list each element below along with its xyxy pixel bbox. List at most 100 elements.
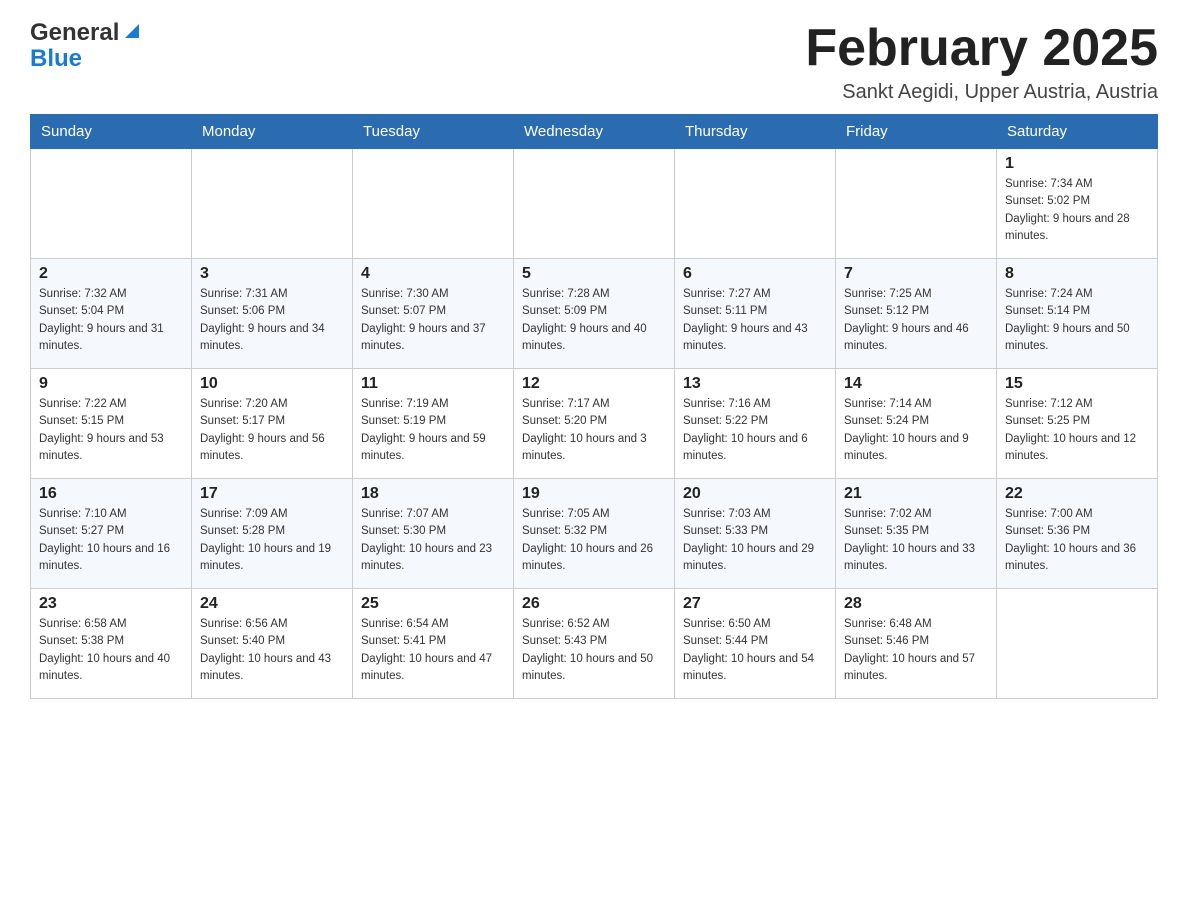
day-info: Sunrise: 7:07 AMSunset: 5:30 PMDaylight:… — [361, 506, 505, 575]
calendar-cell: 22 Sunrise: 7:00 AMSunset: 5:36 PMDayligh… — [997, 479, 1158, 589]
month-title: February 2025 — [805, 20, 1158, 77]
day-number: 2 — [39, 265, 183, 283]
day-info: Sunrise: 6:50 AMSunset: 5:44 PMDaylight:… — [683, 616, 827, 685]
logo-general-text: General — [30, 20, 119, 46]
day-info: Sunrise: 7:14 AMSunset: 5:24 PMDaylight:… — [844, 396, 988, 465]
calendar-cell: 15 Sunrise: 7:12 AMSunset: 5:25 PMDayligh… — [997, 369, 1158, 479]
calendar-cell: 26Sunrise: 6:52 AMSunset: 5:43 PMDayligh… — [514, 589, 675, 699]
calendar-cell — [514, 149, 675, 259]
calendar-cell: 11 Sunrise: 7:19 AMSunset: 5:19 PMDayligh… — [353, 369, 514, 479]
day-number: 10 — [200, 375, 344, 393]
day-number: 8 — [1005, 265, 1149, 283]
location-subtitle: Sankt Aegidi, Upper Austria, Austria — [805, 81, 1158, 104]
day-info: Sunrise: 6:54 AMSunset: 5:41 PMDaylight:… — [361, 616, 505, 685]
calendar-week-row: 1 Sunrise: 7:34 AMSunset: 5:02 PMDaylight… — [31, 149, 1158, 259]
day-number: 14 — [844, 375, 988, 393]
day-info: Sunrise: 7:02 AMSunset: 5:35 PMDaylight:… — [844, 506, 988, 575]
day-number: 7 — [844, 265, 988, 283]
calendar-header-row: Sunday Monday Tuesday Wednesday Thursday… — [31, 115, 1158, 149]
day-info: Sunrise: 7:03 AMSunset: 5:33 PMDaylight:… — [683, 506, 827, 575]
col-thursday: Thursday — [675, 115, 836, 149]
col-sunday: Sunday — [31, 115, 192, 149]
day-number: 6 — [683, 265, 827, 283]
logo: General Blue — [30, 20, 139, 73]
calendar-cell: 20 Sunrise: 7:03 AMSunset: 5:33 PMDayligh… — [675, 479, 836, 589]
day-info: Sunrise: 7:05 AMSunset: 5:32 PMDaylight:… — [522, 506, 666, 575]
calendar-cell: 3 Sunrise: 7:31 AMSunset: 5:06 PMDaylight… — [192, 259, 353, 369]
day-number: 15 — [1005, 375, 1149, 393]
day-info: Sunrise: 7:22 AMSunset: 5:15 PMDaylight:… — [39, 396, 183, 465]
day-number: 19 — [522, 485, 666, 503]
calendar-week-row: 16Sunrise: 7:10 AMSunset: 5:27 PMDayligh… — [31, 479, 1158, 589]
day-number: 11 — [361, 375, 505, 393]
calendar-cell: 8 Sunrise: 7:24 AMSunset: 5:14 PMDaylight… — [997, 259, 1158, 369]
day-number: 21 — [844, 485, 988, 503]
day-info: Sunrise: 7:30 AMSunset: 5:07 PMDaylight:… — [361, 286, 505, 355]
day-number: 5 — [522, 265, 666, 283]
calendar-cell — [997, 589, 1158, 699]
calendar-cell: 25 Sunrise: 6:54 AMSunset: 5:41 PMDayligh… — [353, 589, 514, 699]
day-number: 9 — [39, 375, 183, 393]
calendar-cell: 21 Sunrise: 7:02 AMSunset: 5:35 PMDayligh… — [836, 479, 997, 589]
calendar-table: Sunday Monday Tuesday Wednesday Thursday… — [30, 114, 1158, 699]
calendar-cell: 28 Sunrise: 6:48 AMSunset: 5:46 PMDayligh… — [836, 589, 997, 699]
day-info: Sunrise: 7:25 AMSunset: 5:12 PMDaylight:… — [844, 286, 988, 355]
day-number: 3 — [200, 265, 344, 283]
calendar-cell: 10 Sunrise: 7:20 AMSunset: 5:17 PMDayligh… — [192, 369, 353, 479]
col-monday: Monday — [192, 115, 353, 149]
col-tuesday: Tuesday — [353, 115, 514, 149]
day-info: Sunrise: 6:58 AMSunset: 5:38 PMDaylight:… — [39, 616, 183, 685]
calendar-cell: 24Sunrise: 6:56 AMSunset: 5:40 PMDayligh… — [192, 589, 353, 699]
day-info: Sunrise: 7:27 AMSunset: 5:11 PMDaylight:… — [683, 286, 827, 355]
day-number: 18 — [361, 485, 505, 503]
calendar-cell — [836, 149, 997, 259]
calendar-cell: 19 Sunrise: 7:05 AMSunset: 5:32 PMDayligh… — [514, 479, 675, 589]
day-info: Sunrise: 7:20 AMSunset: 5:17 PMDaylight:… — [200, 396, 344, 465]
calendar-cell: 6 Sunrise: 7:27 AMSunset: 5:11 PMDaylight… — [675, 259, 836, 369]
day-info: Sunrise: 7:24 AMSunset: 5:14 PMDaylight:… — [1005, 286, 1149, 355]
calendar-cell: 5Sunrise: 7:28 AMSunset: 5:09 PMDaylight… — [514, 259, 675, 369]
day-info: Sunrise: 7:31 AMSunset: 5:06 PMDaylight:… — [200, 286, 344, 355]
day-number: 22 — [1005, 485, 1149, 503]
day-info: Sunrise: 7:09 AMSunset: 5:28 PMDaylight:… — [200, 506, 344, 575]
calendar-cell: 27 Sunrise: 6:50 AMSunset: 5:44 PMDayligh… — [675, 589, 836, 699]
day-info: Sunrise: 6:48 AMSunset: 5:46 PMDaylight:… — [844, 616, 988, 685]
day-info: Sunrise: 6:52 AMSunset: 5:43 PMDaylight:… — [522, 616, 666, 685]
calendar-cell: 17 Sunrise: 7:09 AMSunset: 5:28 PMDayligh… — [192, 479, 353, 589]
calendar-week-row: 9 Sunrise: 7:22 AMSunset: 5:15 PMDaylight… — [31, 369, 1158, 479]
day-info: Sunrise: 7:00 AMSunset: 5:36 PMDaylight:… — [1005, 506, 1149, 575]
calendar-cell: 4 Sunrise: 7:30 AMSunset: 5:07 PMDaylight… — [353, 259, 514, 369]
day-number: 28 — [844, 595, 988, 613]
calendar-cell: 14 Sunrise: 7:14 AMSunset: 5:24 PMDayligh… — [836, 369, 997, 479]
day-number: 1 — [1005, 155, 1149, 173]
calendar-week-row: 23Sunrise: 6:58 AMSunset: 5:38 PMDayligh… — [31, 589, 1158, 699]
logo-blue-text: Blue — [30, 46, 139, 72]
calendar-cell: 1 Sunrise: 7:34 AMSunset: 5:02 PMDaylight… — [997, 149, 1158, 259]
calendar-cell — [675, 149, 836, 259]
calendar-cell: 12Sunrise: 7:17 AMSunset: 5:20 PMDayligh… — [514, 369, 675, 479]
day-number: 20 — [683, 485, 827, 503]
day-number: 13 — [683, 375, 827, 393]
logo-triangle-icon — [121, 21, 139, 45]
day-info: Sunrise: 7:34 AMSunset: 5:02 PMDaylight:… — [1005, 176, 1149, 245]
calendar-cell: 9 Sunrise: 7:22 AMSunset: 5:15 PMDaylight… — [31, 369, 192, 479]
col-saturday: Saturday — [997, 115, 1158, 149]
day-info: Sunrise: 7:12 AMSunset: 5:25 PMDaylight:… — [1005, 396, 1149, 465]
calendar-cell: 2Sunrise: 7:32 AMSunset: 5:04 PMDaylight… — [31, 259, 192, 369]
calendar-cell — [353, 149, 514, 259]
day-info: Sunrise: 7:16 AMSunset: 5:22 PMDaylight:… — [683, 396, 827, 465]
calendar-week-row: 2Sunrise: 7:32 AMSunset: 5:04 PMDaylight… — [31, 259, 1158, 369]
title-section: February 2025 Sankt Aegidi, Upper Austri… — [805, 20, 1158, 104]
day-number: 27 — [683, 595, 827, 613]
day-number: 4 — [361, 265, 505, 283]
day-number: 24 — [200, 595, 344, 613]
day-number: 16 — [39, 485, 183, 503]
calendar-cell — [31, 149, 192, 259]
day-info: Sunrise: 7:19 AMSunset: 5:19 PMDaylight:… — [361, 396, 505, 465]
col-friday: Friday — [836, 115, 997, 149]
calendar-cell: 23Sunrise: 6:58 AMSunset: 5:38 PMDayligh… — [31, 589, 192, 699]
day-number: 17 — [200, 485, 344, 503]
col-wednesday: Wednesday — [514, 115, 675, 149]
day-number: 25 — [361, 595, 505, 613]
calendar-cell: 13 Sunrise: 7:16 AMSunset: 5:22 PMDayligh… — [675, 369, 836, 479]
